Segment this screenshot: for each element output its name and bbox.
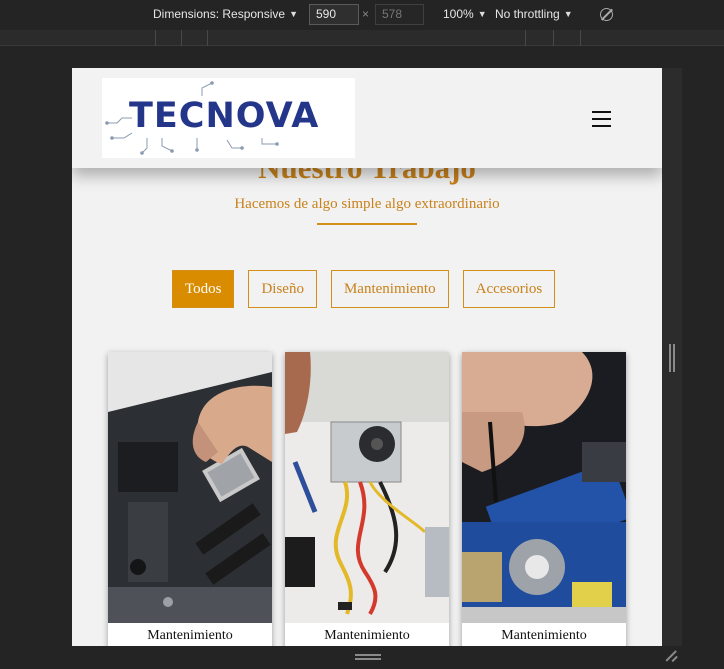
height-input[interactable]: 578 (375, 4, 424, 25)
resize-width-handle-icon[interactable] (669, 344, 675, 372)
motherboard-photo (108, 352, 272, 623)
portfolio-card[interactable]: Mantenimiento (285, 352, 449, 646)
throttling-label: No throttling (495, 7, 560, 21)
filter-mantenimiento-button[interactable]: Mantenimiento (330, 270, 449, 308)
site-header: TECNOVA (72, 68, 662, 168)
portfolio-card[interactable]: Mantenimiento (108, 352, 272, 646)
resize-height-handle-icon[interactable] (355, 654, 381, 660)
portfolio-card[interactable]: Mantenimiento (462, 352, 626, 646)
hamburger-menu-icon[interactable] (592, 111, 611, 128)
portfolio-filters: Todos Diseño Mantenimiento Accesorios (172, 270, 556, 308)
device-toolbar: Dimensions: Responsive ▼ 590 × 578 100% … (0, 0, 724, 30)
zoom-dropdown[interactable]: 100% ▼ (443, 7, 487, 21)
laptop-repair-photo (462, 352, 626, 623)
card-label: Mantenimiento (501, 628, 587, 643)
filter-todos-button[interactable]: Todos (172, 270, 235, 308)
card-label: Mantenimiento (324, 628, 410, 643)
width-input[interactable]: 590 (309, 4, 359, 25)
caret-down-icon: ▼ (477, 9, 487, 19)
resize-corner-handle-icon[interactable] (666, 650, 678, 662)
card-label: Mantenimiento (147, 628, 233, 643)
power-supply-photo (285, 352, 449, 623)
dimensions-dropdown[interactable]: Dimensions: Responsive ▼ (153, 7, 298, 21)
caret-down-icon: ▼ (563, 9, 573, 19)
section-subtitle: Hacemos de algo simple algo extraordinar… (234, 196, 500, 212)
title-divider (317, 223, 417, 225)
media-query-ruler (0, 30, 724, 46)
tecnova-logo[interactable]: TECNOVA (102, 78, 355, 158)
zoom-label: 100% (443, 7, 474, 21)
filter-diseno-button[interactable]: Diseño (248, 270, 317, 308)
dimensions-label: Dimensions: Responsive (153, 7, 286, 21)
logo-text: TECNOVA (129, 96, 320, 136)
portfolio-grid: Mantenimiento Mantenimiento Mantenimient… (108, 352, 626, 646)
filter-accesorios-button[interactable]: Accesorios (462, 270, 556, 308)
rotate-icon[interactable] (600, 8, 613, 21)
times-separator: × (362, 7, 370, 21)
device-viewport: Nuestro Trabajo Hacemos de algo simple a… (72, 68, 662, 646)
throttling-dropdown[interactable]: No throttling ▼ (495, 7, 573, 21)
caret-down-icon: ▼ (289, 9, 298, 19)
